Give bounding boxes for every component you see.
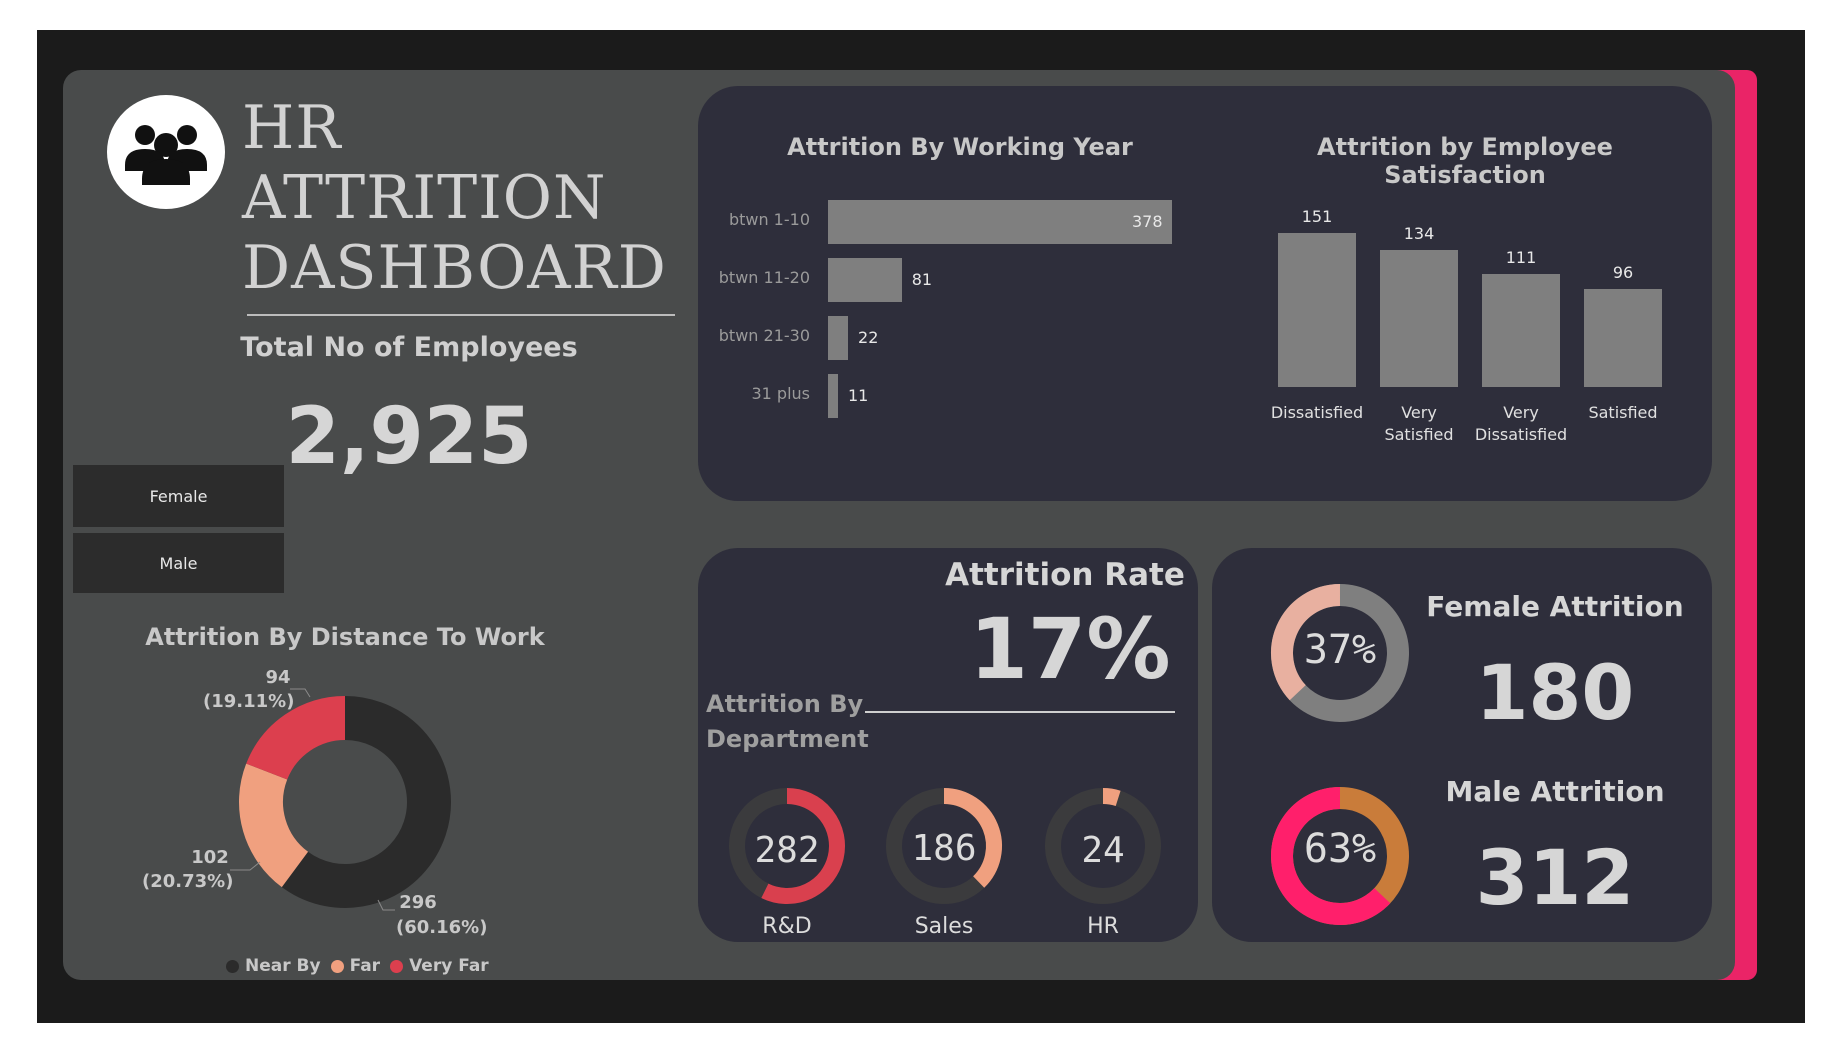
dept-hr-label: HR bbox=[1087, 914, 1119, 939]
gender-donut-charts bbox=[1271, 584, 1409, 925]
legend-far: Far bbox=[349, 956, 381, 976]
male-attrition-value: 312 bbox=[1475, 833, 1635, 922]
satisfaction-axis-label: Satisfied bbox=[1384, 425, 1454, 444]
distance-far-value: 102 bbox=[191, 847, 229, 868]
attrition-rate-title: Attrition Rate bbox=[945, 557, 1185, 593]
satisfaction-axis-label: Dissatisfied bbox=[1270, 403, 1364, 422]
legend-very-far: Very Far bbox=[409, 956, 489, 976]
working-year-bar-value: 22 bbox=[858, 328, 879, 347]
working-year-bar-value: 81 bbox=[911, 270, 933, 289]
dept-rd-label: R&D bbox=[762, 914, 812, 939]
working-year-axis-label: btwn 21-30 bbox=[718, 326, 810, 345]
working-year-axis-label: 31 plus bbox=[751, 384, 810, 403]
male-attrition-title: Male Attrition bbox=[1445, 775, 1665, 808]
distance-very-far-pct: (19.11%) bbox=[203, 691, 295, 712]
female-attrition-title: Female Attrition bbox=[1426, 590, 1684, 623]
logo-circle bbox=[107, 95, 225, 209]
working-year-bar-value: 11 bbox=[848, 386, 869, 405]
department-title-line2: Department bbox=[706, 725, 869, 753]
dept-sales-value: 186 bbox=[911, 828, 977, 869]
dept-sales-label: Sales bbox=[914, 914, 974, 939]
attrition-rate-value: 17% bbox=[969, 600, 1171, 698]
distance-near-pct: (60.16%) bbox=[396, 917, 488, 938]
satisfaction-bar[interactable] bbox=[1482, 273, 1560, 387]
distance-chart-title: Attrition By Distance To Work bbox=[145, 623, 545, 651]
distance-legend: Near By Far Very Far bbox=[226, 956, 489, 976]
distance-very-far-value: 94 bbox=[265, 667, 291, 688]
legend-near-by-swatch bbox=[226, 959, 239, 973]
dashboard-title-line3: DASHBOARD bbox=[242, 233, 667, 303]
female-pct-value: 37% bbox=[1303, 627, 1377, 673]
working-year-bar[interactable] bbox=[828, 258, 902, 302]
satisfaction-axis-label: Very bbox=[1503, 403, 1539, 422]
satisfaction-title: Attrition by Employee Satisfaction bbox=[1317, 133, 1613, 189]
group-icon bbox=[125, 125, 207, 185]
satisfaction-bar-value: 96 bbox=[1612, 263, 1634, 283]
female-attrition-value: 180 bbox=[1475, 648, 1635, 737]
dept-ring-hr bbox=[1102, 788, 1121, 807]
legend-very-far-swatch bbox=[390, 959, 404, 973]
department-divider bbox=[865, 711, 1175, 713]
dept-hr-value: 24 bbox=[1081, 830, 1125, 871]
title-divider bbox=[247, 314, 675, 316]
working-year-bar[interactable] bbox=[828, 200, 1172, 244]
distance-near-value: 296 bbox=[399, 892, 437, 913]
distance-slice-very-far bbox=[246, 696, 346, 781]
dept-rd-value: 282 bbox=[754, 830, 820, 871]
satisfaction-bar[interactable] bbox=[1380, 250, 1458, 387]
distance-slice-far bbox=[239, 763, 309, 888]
legend-near-by: Near By bbox=[245, 956, 321, 976]
legend-far-swatch bbox=[330, 959, 344, 973]
satisfaction-bar-value: 151 bbox=[1301, 207, 1333, 226]
male-slicer-button[interactable]: Male bbox=[73, 533, 284, 593]
satisfaction-bar[interactable] bbox=[1584, 289, 1662, 387]
working-year-axis-label: btwn 1-10 bbox=[728, 210, 810, 229]
dashboard-title-line1: HR bbox=[242, 93, 342, 163]
working-year-bar-chart: btwn 1-10 378 btwn 11-20 81 btwn 21-30 22 31 p… bbox=[700, 200, 1220, 440]
working-year-bar-value: 378 bbox=[1132, 212, 1163, 231]
department-title-line1: Attrition By bbox=[706, 690, 864, 718]
satisfaction-bar-value: 111 bbox=[1505, 247, 1537, 267]
satisfaction-axis-label: Satisfied bbox=[1588, 403, 1658, 422]
satisfaction-axis-label: Dissatisfied bbox=[1474, 425, 1568, 444]
satisfaction-bar-value: 134 bbox=[1403, 224, 1435, 244]
working-year-axis-label: btwn 11-20 bbox=[718, 268, 810, 287]
female-slicer-button[interactable]: Female bbox=[73, 465, 284, 527]
male-pct-value: 63% bbox=[1303, 826, 1377, 872]
working-year-title: Attrition By Working Year bbox=[787, 133, 1133, 161]
working-year-bar[interactable] bbox=[828, 316, 849, 360]
satisfaction-bar-chart: 151 Dissatisfied 134 Very Satisfied 111 Very Di… bbox=[1260, 205, 1680, 455]
working-year-bar[interactable] bbox=[828, 374, 838, 418]
distance-far-pct: (20.73%) bbox=[142, 871, 234, 892]
dashboard-title-line2: ATTRITION bbox=[242, 163, 607, 233]
total-employees-label: Total No of Employees bbox=[240, 332, 578, 363]
satisfaction-bar[interactable] bbox=[1278, 233, 1356, 387]
satisfaction-axis-label: Very bbox=[1401, 403, 1437, 422]
